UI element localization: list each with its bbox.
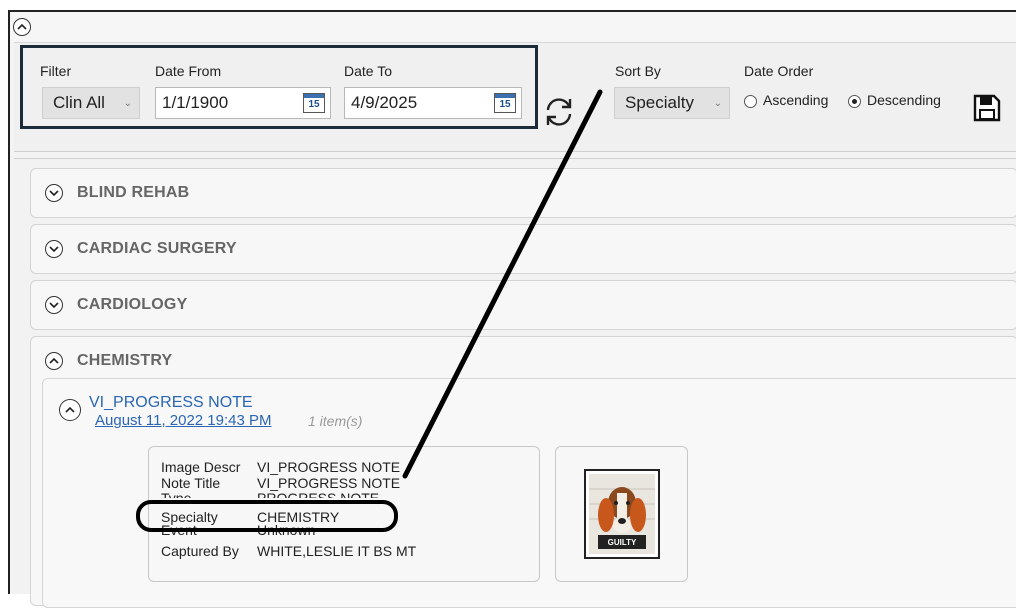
sort-by-value: Specialty <box>625 93 694 112</box>
note-title-label: Note Title <box>161 475 221 491</box>
date-from-value: 1/1/1900 <box>162 93 229 112</box>
note-date-link[interactable]: August 11, 2022 19:43 PM <box>95 412 272 429</box>
dog-mugshot-image[interactable]: GUILTY <box>584 469 660 559</box>
expand-button[interactable] <box>45 240 63 258</box>
chevron-down-icon: ⌄ <box>713 98 722 109</box>
event-value: Unknown <box>257 525 316 535</box>
ascending-radio[interactable] <box>744 95 757 108</box>
filter-dropdown[interactable]: Clin All ⌄ <box>42 87 140 119</box>
descending-radio[interactable] <box>848 95 861 108</box>
chevron-up-icon <box>65 406 75 413</box>
note-title-link[interactable]: VI_PROGRESS NOTE <box>89 394 253 412</box>
ascending-label: Ascending <box>763 92 829 108</box>
date-from-label: Date From <box>155 63 222 79</box>
image-descr-label: Image Descr <box>161 459 241 475</box>
specialty-value: CHEMISTRY <box>257 509 340 525</box>
calendar-icon[interactable]: 15 <box>303 93 325 113</box>
image-descr-value: VI_PROGRESS NOTE <box>257 459 401 475</box>
group-cardiology[interactable]: CARDIOLOGY <box>30 280 1016 330</box>
collapse-button[interactable] <box>45 352 63 370</box>
group-label: BLIND REHAB <box>77 184 190 201</box>
chevron-up-icon <box>49 357 59 364</box>
note-collapse-button[interactable] <box>59 399 81 421</box>
group-label: CARDIOLOGY <box>77 296 188 313</box>
image-detail-card[interactable]: Image Descr VI_PROGRESS NOTE Note Title … <box>148 446 540 582</box>
type-label: Type <box>161 490 192 498</box>
event-label: Event <box>161 525 197 535</box>
thumbnail-card[interactable]: GUILTY <box>555 446 688 582</box>
expand-button[interactable] <box>45 296 63 314</box>
item-count: 1 item(s) <box>308 413 363 429</box>
date-to-value: 4/9/2025 <box>351 93 418 112</box>
date-to-field[interactable]: 4/9/2025 15 <box>344 87 522 119</box>
collapse-all-button[interactable] <box>13 18 31 36</box>
refresh-icon[interactable] <box>542 95 576 129</box>
filter-toolbar: Filter Clin All ⌄ Date From 1/1/1900 15 … <box>14 42 1016 152</box>
group-label: CHEMISTRY <box>77 352 173 369</box>
calendar-icon[interactable]: 15 <box>494 93 516 113</box>
note-title-value: VI_PROGRESS NOTE <box>257 475 401 491</box>
sort-by-dropdown[interactable]: Specialty ⌄ <box>614 87 730 119</box>
captured-by-value: WHITE,LESLIE IT BS MT <box>257 543 417 559</box>
chevron-down-icon <box>49 246 59 253</box>
expand-button[interactable] <box>45 184 63 202</box>
sort-by-label: Sort By <box>615 63 661 79</box>
group-blind-rehab[interactable]: BLIND REHAB <box>30 168 1016 218</box>
save-icon[interactable] <box>972 93 1002 123</box>
date-order-label: Date Order <box>744 63 814 79</box>
type-value: PROGRESS NOTE <box>257 490 380 498</box>
date-from-field[interactable]: 1/1/1900 15 <box>155 87 331 119</box>
specialty-label: Specialty <box>161 509 218 525</box>
group-cardiac-surgery[interactable]: CARDIAC SURGERY <box>30 224 1016 274</box>
captured-by-label: Captured By <box>161 543 239 559</box>
chevron-down-icon <box>49 190 59 197</box>
filter-label: Filter <box>40 63 72 79</box>
top-strip <box>10 12 1016 42</box>
descending-label: Descending <box>867 92 941 108</box>
date-to-label: Date To <box>344 63 392 79</box>
mugshot-caption: GUILTY <box>608 538 637 547</box>
chevron-up-icon <box>17 23 27 30</box>
group-label: CARDIAC SURGERY <box>77 240 237 257</box>
chevron-down-icon: ⌄ <box>123 98 132 109</box>
chevron-down-icon <box>49 302 59 309</box>
filter-value: Clin All <box>53 93 105 112</box>
